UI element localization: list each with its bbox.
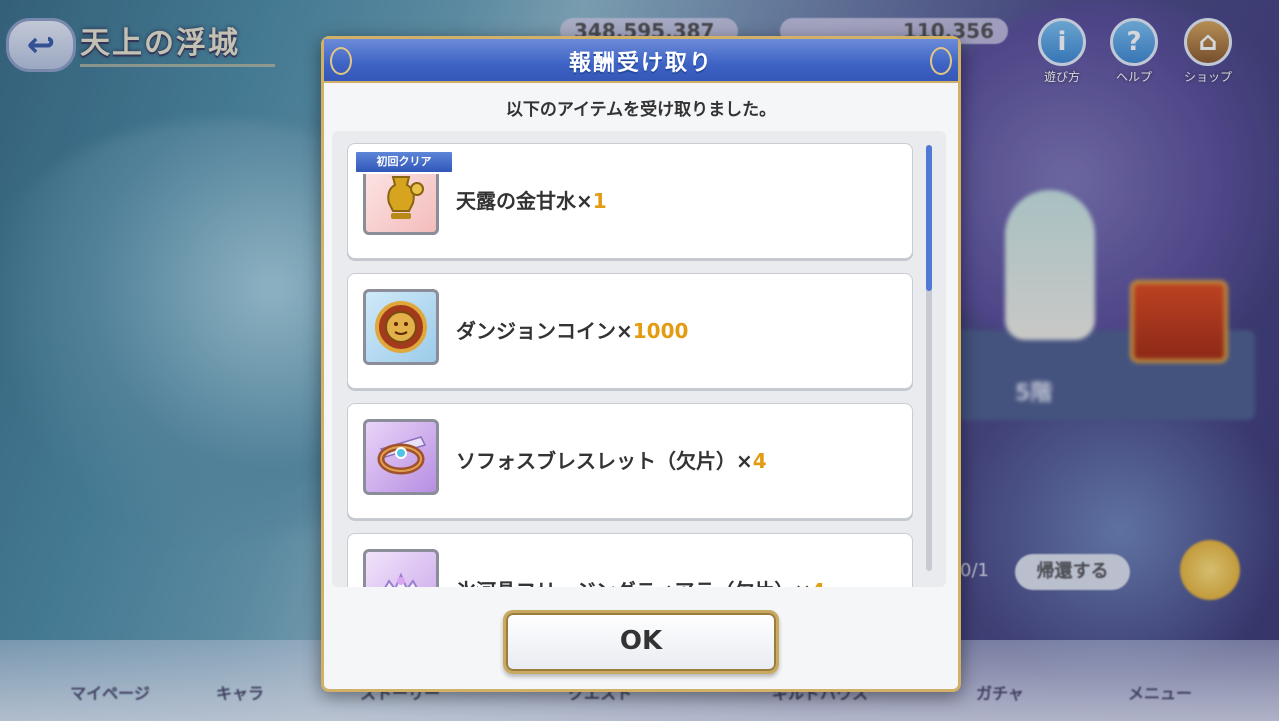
- tiara-fragment-icon: [363, 549, 439, 587]
- dialog-header: 報酬受け取り: [324, 39, 958, 83]
- reward-item: ソフォスブレスレット（欠片）×4: [347, 403, 913, 519]
- reward-dialog: 報酬受け取り 以下のアイテムを受け取りました。 初回クリア 天露の金甘水×1 ダ…: [321, 36, 961, 692]
- dialog-subtitle: 以下のアイテムを受け取りました。: [505, 100, 777, 120]
- reward-list[interactable]: 初回クリア 天露の金甘水×1 ダンジョンコイン×1000 ソフォスブレスレット（…: [332, 131, 946, 587]
- reward-item: ダンジョンコイン×1000: [347, 273, 913, 389]
- dialog-title: 報酬受け取り: [568, 51, 713, 76]
- reward-item-name: 氷河晶フリージングティアラ（欠片）×4: [456, 575, 825, 587]
- reward-list-scrollbar[interactable]: [926, 145, 932, 571]
- reward-item-name: 天露の金甘水×1: [456, 189, 607, 213]
- ok-button[interactable]: OK: [503, 610, 779, 674]
- reward-item-name: ソフォスブレスレット（欠片）×4: [456, 449, 767, 473]
- first-clear-badge: 初回クリア: [354, 150, 454, 174]
- bracelet-fragment-icon: [363, 419, 439, 495]
- reward-item: 氷河晶フリージングティアラ（欠片）×4: [347, 533, 913, 587]
- scrollbar-thumb[interactable]: [926, 145, 932, 291]
- dungeon-coin-icon: [363, 289, 439, 365]
- reward-item: 初回クリア 天露の金甘水×1: [347, 143, 913, 259]
- reward-item-name: ダンジョンコイン×1000: [456, 319, 689, 343]
